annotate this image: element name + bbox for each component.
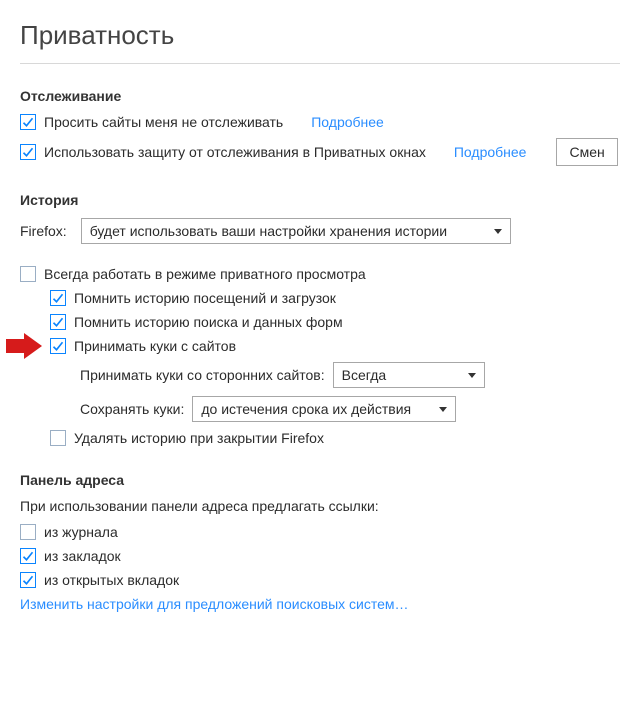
third-party-cookies-label: Принимать куки со сторонних сайтов: [80, 367, 325, 383]
suggest-history-label: из журнала [44, 524, 118, 540]
clear-on-close-checkbox[interactable] [50, 430, 66, 446]
clear-on-close-label: Удалять историю при закрытии Firefox [74, 430, 324, 446]
chevron-down-icon [468, 373, 476, 378]
suggest-history-checkbox[interactable] [20, 524, 36, 540]
tracking-protection-checkbox[interactable] [20, 144, 36, 160]
change-search-suggestions-link[interactable]: Изменить настройки для предложений поиск… [20, 596, 409, 612]
remember-browsing-checkbox[interactable] [50, 290, 66, 306]
remember-forms-checkbox[interactable] [50, 314, 66, 330]
accept-cookies-label: Принимать куки с сайтов [74, 338, 236, 354]
chevron-down-icon [494, 229, 502, 234]
arrow-pointer-icon [6, 333, 46, 359]
suggest-bookmarks-checkbox[interactable] [20, 548, 36, 564]
divider [20, 63, 620, 64]
remember-forms-label: Помнить историю поиска и данных форм [74, 314, 343, 330]
always-private-label: Всегда работать в режиме приватного прос… [44, 266, 366, 282]
addressbar-heading: Панель адреса [20, 472, 620, 488]
third-party-cookies-select[interactable]: Всегда [333, 362, 485, 388]
tracking-heading: Отслеживание [20, 88, 620, 104]
tracking-protection-label: Использовать защиту от отслеживания в Пр… [44, 144, 426, 160]
change-blocklist-button[interactable]: Смен [556, 138, 617, 166]
history-mode-select[interactable]: будет использовать ваши настройки хранен… [81, 218, 511, 244]
suggest-opentabs-checkbox[interactable] [20, 572, 36, 588]
history-mode-label: Firefox: [20, 223, 67, 239]
keep-cookies-label: Сохранять куки: [80, 401, 184, 417]
do-not-track-label: Просить сайты меня не отслеживать [44, 114, 283, 130]
do-not-track-more-link[interactable]: Подробнее [311, 114, 384, 130]
history-heading: История [20, 192, 620, 208]
chevron-down-icon [439, 407, 447, 412]
suggest-bookmarks-label: из закладок [44, 548, 121, 564]
tracking-protection-more-link[interactable]: Подробнее [454, 144, 527, 160]
accept-cookies-checkbox[interactable] [50, 338, 66, 354]
suggest-opentabs-label: из открытых вкладок [44, 572, 179, 588]
keep-cookies-select[interactable]: до истечения срока их действия [192, 396, 456, 422]
do-not-track-checkbox[interactable] [20, 114, 36, 130]
addressbar-description: При использовании панели адреса предлага… [20, 498, 620, 514]
remember-browsing-label: Помнить историю посещений и загрузок [74, 290, 336, 306]
always-private-checkbox[interactable] [20, 266, 36, 282]
page-title: Приватность [20, 20, 620, 51]
